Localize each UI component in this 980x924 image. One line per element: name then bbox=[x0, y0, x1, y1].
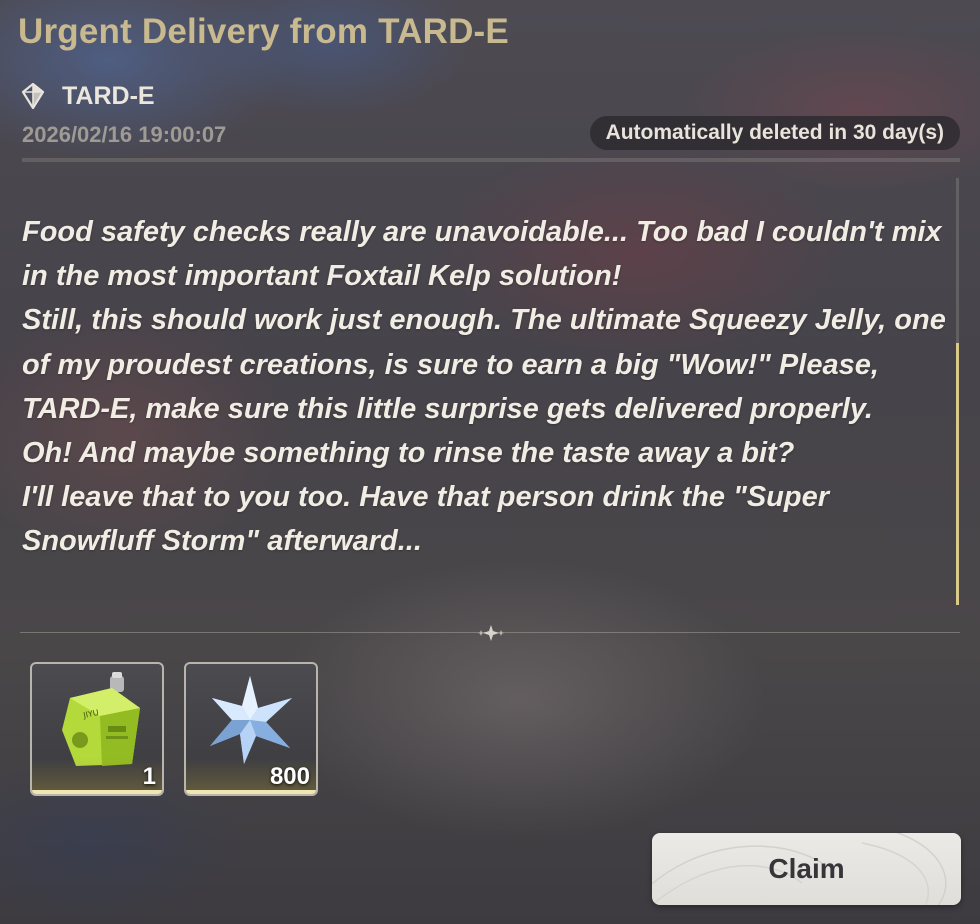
mail-body-paragraph: Oh! And maybe something to rinse the tas… bbox=[22, 437, 795, 470]
sender-row: TARD-E bbox=[20, 81, 155, 111]
mail-body: Food safety checks really are unavoidabl… bbox=[22, 210, 947, 564]
reward-item-jelly[interactable]: JIYU 1 bbox=[30, 662, 164, 796]
claim-button[interactable]: Claim bbox=[652, 833, 961, 905]
expiry-badge: Automatically deleted in 30 day(s) bbox=[589, 116, 960, 150]
reward-item-crystal[interactable]: 800 bbox=[184, 662, 318, 796]
scrollbar-thumb[interactable] bbox=[956, 343, 959, 605]
claim-button-label: Claim bbox=[768, 853, 845, 884]
mail-timestamp: 2026/02/16 19:00:07 bbox=[22, 122, 227, 147]
mail-title: Urgent Delivery from TARD-E bbox=[18, 12, 509, 51]
sender-name: TARD-E bbox=[62, 81, 155, 110]
reward-quantity: 800 bbox=[269, 763, 310, 790]
reward-quantity: 1 bbox=[142, 763, 156, 790]
squeezy-jelly-pouch-icon: JIYU bbox=[62, 672, 140, 766]
mail-body-paragraph: Still, this should work just enough. The… bbox=[22, 304, 946, 425]
mail-body-paragraph: Food safety checks really are unavoidabl… bbox=[22, 216, 942, 293]
sparkle-ornament-icon bbox=[477, 625, 505, 641]
header-divider bbox=[22, 158, 960, 162]
crystal-star-icon bbox=[210, 676, 292, 764]
mail-body-paragraph: I'll leave that to you too. Have that pe… bbox=[22, 481, 830, 558]
sender-avatar-icon bbox=[20, 81, 46, 111]
